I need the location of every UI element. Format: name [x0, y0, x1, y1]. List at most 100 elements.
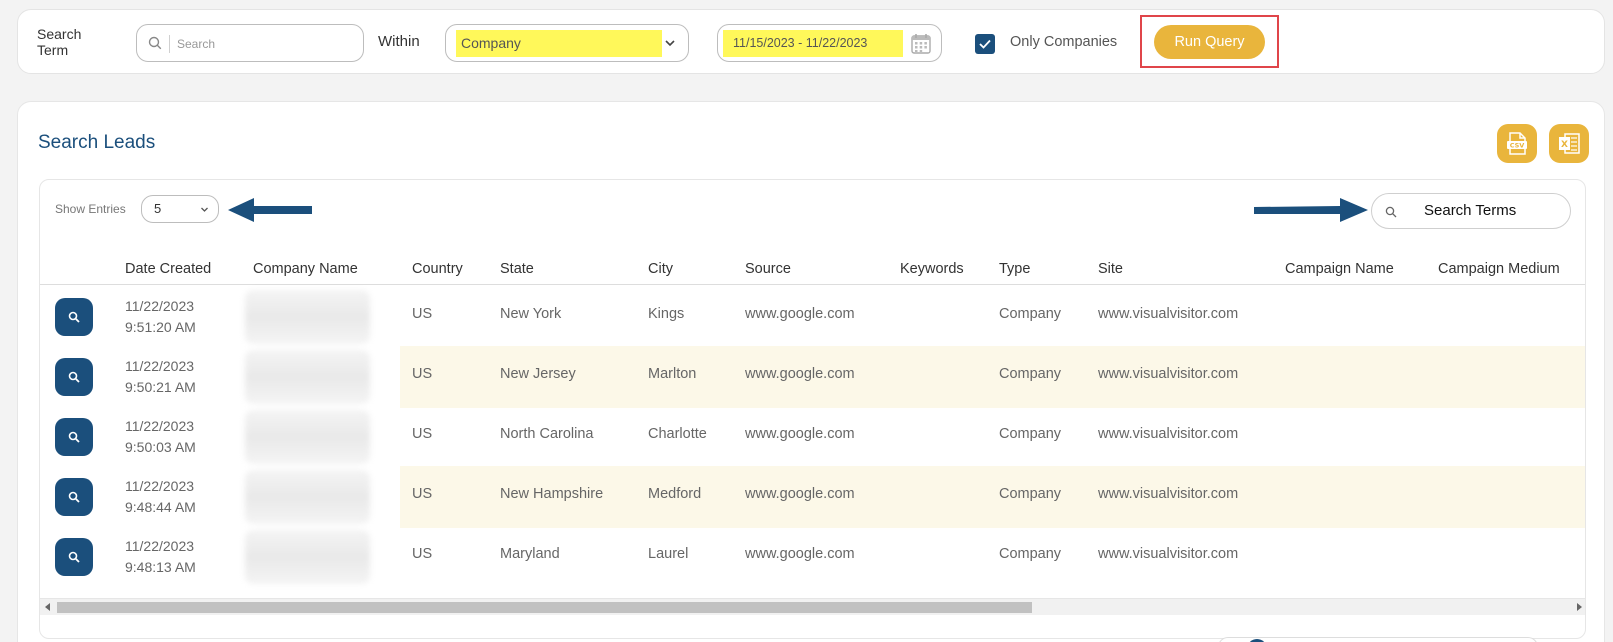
search-icon — [68, 491, 80, 503]
csv-file-icon: CSV — [1507, 132, 1527, 155]
calendar-icon[interactable] — [911, 33, 931, 54]
date-created: 11/22/2023 9:51:20 AM — [125, 298, 196, 335]
within-select[interactable]: Company — [445, 24, 689, 62]
view-lead-button[interactable] — [55, 298, 93, 336]
export-csv-button[interactable]: CSV — [1497, 124, 1537, 163]
show-entries-select[interactable]: 5 — [141, 195, 219, 223]
city-cell: Charlotte — [648, 426, 707, 442]
company-name-redacted — [245, 470, 370, 524]
table-search-text: Search Terms — [1424, 202, 1517, 219]
site-cell: www.visualvisitor.com — [1098, 366, 1239, 382]
column-header[interactable]: Type — [999, 253, 1030, 285]
date-created: 11/22/2023 9:48:44 AM — [125, 478, 196, 515]
company-name-redacted — [245, 290, 370, 344]
city-cell: Kings — [648, 306, 685, 322]
site-cell: www.visualvisitor.com — [1098, 546, 1239, 562]
table-row: 11/22/2023 9:51:20 AM US New York Kings w… — [40, 286, 1585, 348]
site-cell: www.visualvisitor.com — [1098, 486, 1239, 502]
type-cell: Company — [999, 486, 1062, 502]
svg-text:X: X — [1561, 140, 1568, 150]
scroll-right-icon[interactable] — [1577, 603, 1582, 611]
view-lead-button[interactable] — [55, 538, 93, 576]
table-header: Date Created Company Name Country State … — [40, 253, 1585, 285]
date-range-value: 11/15/2023 - 11/22/2023 — [723, 30, 903, 57]
date-created: 11/22/2023 9:48:13 AM — [125, 538, 196, 575]
within-label: Within — [378, 33, 420, 50]
query-bar: Search Term Within Company 11/15/2023 - … — [17, 9, 1605, 74]
date-created: 11/22/2023 9:50:21 AM — [125, 358, 196, 395]
horizontal-scrollbar[interactable] — [40, 598, 1585, 615]
export-excel-button[interactable]: X — [1549, 124, 1589, 163]
excel-file-icon: X — [1559, 133, 1580, 154]
company-name-redacted — [245, 350, 370, 404]
column-header[interactable]: Keywords — [900, 253, 964, 285]
show-entries-value: 5 — [154, 201, 162, 216]
city-cell: Laurel — [648, 546, 689, 562]
column-header[interactable]: Campaign Name — [1285, 253, 1394, 285]
table-row: 11/22/2023 9:48:13 AM US Maryland Laurel … — [40, 526, 1585, 588]
table-row: 11/22/2023 9:48:44 AM US New Hampshire Me… — [40, 466, 1585, 528]
view-lead-button[interactable] — [55, 358, 93, 396]
country-cell: US — [412, 366, 433, 382]
only-companies-label: Only Companies — [1010, 34, 1118, 50]
column-header[interactable]: Campaign Medium — [1438, 253, 1560, 285]
only-companies-checkbox[interactable] — [975, 34, 995, 54]
search-icon — [68, 551, 80, 563]
row-stripe — [400, 346, 1585, 408]
search-icon — [68, 431, 80, 443]
source-cell: www.google.com — [745, 366, 855, 382]
state-cell: New Jersey — [500, 366, 576, 382]
search-icon — [68, 371, 80, 383]
table-row: 11/22/2023 9:50:03 AM US North Carolina C… — [40, 406, 1585, 468]
leads-table-container: Show Entries 5 Search Terms Date Created… — [39, 179, 1586, 639]
country-cell: US — [412, 426, 433, 442]
table-search-input[interactable]: Search Terms — [1371, 193, 1571, 229]
search-icon — [1385, 206, 1397, 218]
column-header[interactable]: State — [500, 253, 534, 285]
show-entries-label: Show Entries — [55, 202, 126, 216]
site-cell: www.visualvisitor.com — [1098, 426, 1239, 442]
state-cell: North Carolina — [500, 426, 594, 442]
source-cell: www.google.com — [745, 426, 855, 442]
type-cell: Company — [999, 366, 1062, 382]
checkmark-icon — [979, 39, 991, 49]
column-header[interactable]: Country — [412, 253, 463, 285]
page-title: Search Leads — [38, 132, 156, 153]
company-name-redacted — [245, 410, 370, 464]
type-cell: Company — [999, 426, 1062, 442]
run-query-button[interactable]: Run Query — [1154, 25, 1265, 59]
scrollbar-thumb[interactable] — [57, 602, 1032, 613]
date-range-picker[interactable]: 11/15/2023 - 11/22/2023 — [717, 24, 942, 62]
state-cell: New York — [500, 306, 562, 322]
table-row: 11/22/2023 9:50:21 AM US New Jersey Marlt… — [40, 346, 1585, 408]
column-header[interactable]: Date Created — [125, 253, 211, 285]
column-header[interactable]: City — [648, 253, 673, 285]
city-cell: Medford — [648, 486, 702, 502]
view-lead-button[interactable] — [55, 478, 93, 516]
country-cell: US — [412, 486, 433, 502]
within-select-value: Company — [456, 30, 662, 57]
column-header[interactable]: Company Name — [253, 253, 358, 285]
company-name-redacted — [245, 530, 370, 584]
site-cell: www.visualvisitor.com — [1098, 306, 1239, 322]
scroll-left-icon[interactable] — [45, 603, 50, 611]
state-cell: Maryland — [500, 546, 560, 562]
column-header[interactable]: Site — [1098, 253, 1123, 285]
source-cell: www.google.com — [745, 546, 855, 562]
search-input[interactable] — [177, 34, 352, 54]
right-arrow-annotation-icon — [1254, 198, 1368, 222]
date-created: 11/22/2023 9:50:03 AM — [125, 418, 196, 455]
search-separator — [169, 35, 170, 53]
search-icon — [68, 311, 80, 323]
column-header[interactable]: Source — [745, 253, 791, 285]
state-cell: New Hampshire — [500, 486, 604, 502]
country-cell: US — [412, 546, 433, 562]
type-cell: Company — [999, 306, 1062, 322]
chevron-down-icon — [201, 207, 208, 212]
search-term-field[interactable] — [136, 24, 364, 62]
country-cell: US — [412, 306, 433, 322]
type-cell: Company — [999, 546, 1062, 562]
chevron-down-icon — [665, 40, 675, 47]
left-arrow-annotation-icon — [228, 198, 312, 222]
view-lead-button[interactable] — [55, 418, 93, 456]
